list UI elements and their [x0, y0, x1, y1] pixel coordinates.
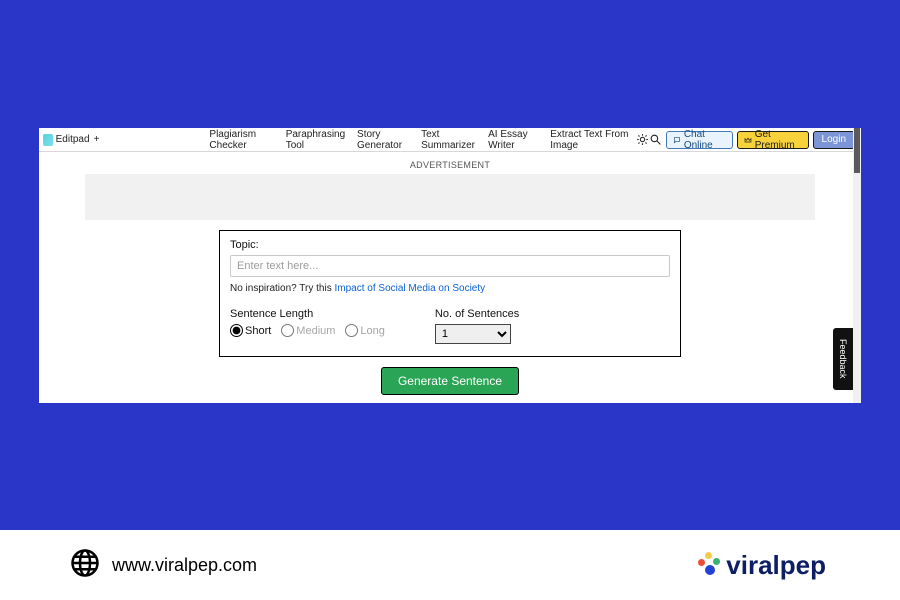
- sentence-length-group: Sentence Length Short Medium Long: [230, 308, 385, 344]
- brand-logo-icon: [43, 134, 53, 146]
- radio-short-input[interactable]: [230, 324, 243, 337]
- topic-label: Topic:: [230, 239, 670, 251]
- brand-plus-icon[interactable]: +: [94, 134, 100, 145]
- viralpep-mark-icon: [696, 552, 722, 578]
- nav-links: Plagiarism Checker Paraphrasing Tool Sto…: [209, 129, 635, 151]
- chat-online-button[interactable]: Chat Online: [666, 131, 733, 149]
- viralpep-logo: viralpep: [696, 550, 826, 581]
- get-premium-button[interactable]: Get Premium: [737, 131, 809, 149]
- app-screenshot: Editpad + Plagiarism Checker Paraphrasin…: [39, 128, 861, 403]
- radio-short[interactable]: Short: [230, 324, 271, 337]
- crown-icon: [744, 135, 752, 145]
- globe-icon: [70, 548, 100, 583]
- top-navbar: Editpad + Plagiarism Checker Paraphrasin…: [39, 128, 861, 152]
- login-button[interactable]: Login: [813, 131, 855, 149]
- nav-summarizer[interactable]: Text Summarizer: [421, 129, 480, 151]
- sentence-length-label: Sentence Length: [230, 308, 385, 320]
- nav-paraphrase[interactable]: Paraphrasing Tool: [286, 129, 349, 151]
- radio-medium[interactable]: Medium: [281, 324, 335, 337]
- radio-long[interactable]: Long: [345, 324, 384, 337]
- num-sentences-label: No. of Sentences: [435, 308, 519, 320]
- footer-url: www.viralpep.com: [112, 555, 257, 576]
- advertisement-label: ADVERTISEMENT: [39, 160, 861, 170]
- theme-toggle-icon[interactable]: [636, 133, 649, 147]
- chat-icon: [673, 135, 681, 145]
- page-footer: www.viralpep.com viralpep: [0, 530, 900, 600]
- radio-medium-label: Medium: [296, 325, 335, 337]
- inspiration-hint: No inspiration? Try this Impact of Socia…: [230, 283, 670, 294]
- nav-plagiarism[interactable]: Plagiarism Checker: [209, 129, 277, 151]
- search-icon[interactable]: [649, 133, 662, 147]
- scrollbar-thumb[interactable]: [854, 128, 860, 173]
- brand-name[interactable]: Editpad: [56, 134, 90, 145]
- inspiration-link[interactable]: Impact of Social Media on Society: [335, 283, 486, 294]
- nav-story[interactable]: Story Generator: [357, 129, 413, 151]
- radio-medium-input[interactable]: [281, 324, 294, 337]
- premium-label: Get Premium: [755, 129, 802, 151]
- chat-label: Chat Online: [684, 129, 726, 151]
- radio-long-label: Long: [360, 325, 384, 337]
- login-label: Login: [822, 134, 846, 145]
- radio-long-input[interactable]: [345, 324, 358, 337]
- num-sentences-group: No. of Sentences 1: [435, 308, 519, 344]
- advertisement-placeholder: [85, 174, 815, 220]
- viralpep-logo-text: viralpep: [726, 550, 826, 581]
- generate-sentence-button[interactable]: Generate Sentence: [381, 367, 519, 395]
- radio-short-label: Short: [245, 325, 271, 337]
- vertical-scrollbar[interactable]: [853, 128, 861, 403]
- nav-essay[interactable]: AI Essay Writer: [488, 129, 542, 151]
- topic-input[interactable]: [230, 255, 670, 277]
- feedback-tab[interactable]: Feedback: [833, 328, 853, 390]
- inspiration-prefix: No inspiration? Try this: [230, 283, 335, 294]
- nav-extract[interactable]: Extract Text From Image: [550, 129, 636, 151]
- num-sentences-select[interactable]: 1: [435, 324, 511, 344]
- generator-form-panel: Topic: No inspiration? Try this Impact o…: [219, 230, 681, 357]
